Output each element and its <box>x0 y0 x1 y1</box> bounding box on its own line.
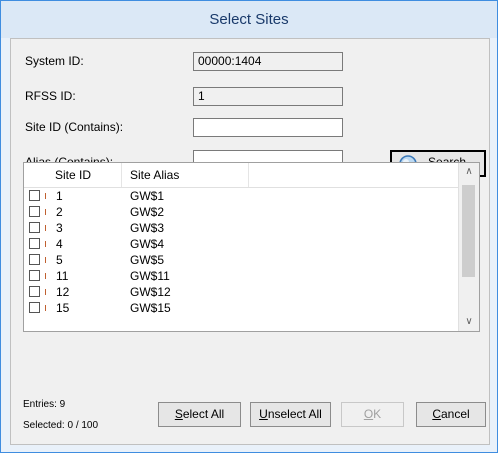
cell-site-id: 2 <box>56 205 63 219</box>
row-checkbox[interactable] <box>29 206 40 217</box>
cell-site-id: 11 <box>56 269 69 283</box>
cell-site-id: 12 <box>56 285 70 299</box>
selected-count: Selected: 0 / 100 <box>23 420 99 431</box>
row-marker <box>45 257 46 263</box>
list-item[interactable]: 15 GW$15 <box>24 300 458 316</box>
title-bar[interactable]: Select Sites <box>1 1 497 38</box>
list-item[interactable]: 12 GW$12 <box>24 284 458 300</box>
cell-site-alias: GW$15 <box>130 301 171 315</box>
row-marker <box>45 305 46 311</box>
cell-site-id: 3 <box>56 221 63 235</box>
column-divider[interactable] <box>121 163 122 187</box>
site-id-contains-input[interactable] <box>193 118 343 137</box>
cell-site-id: 15 <box>56 301 70 315</box>
ok-button[interactable]: OK <box>341 402 404 427</box>
select-all-label: elect All <box>182 407 225 421</box>
cell-site-id: 5 <box>56 253 63 267</box>
chevron-up-icon[interactable]: ∧ <box>459 163 479 181</box>
system-id-label: System ID: <box>25 54 84 68</box>
select-all-button[interactable]: Select All <box>158 402 241 427</box>
cell-site-id: 1 <box>56 189 63 203</box>
column-header-site-alias[interactable]: Site Alias <box>130 163 179 187</box>
select-all-mnemonic: S <box>174 407 183 421</box>
cancel-button[interactable]: Cancel <box>416 402 486 427</box>
row-checkbox[interactable] <box>29 190 40 201</box>
row-checkbox[interactable] <box>29 222 40 233</box>
column-divider[interactable] <box>248 163 249 187</box>
row-marker <box>45 225 46 231</box>
unselect-all-button[interactable]: Unselect All <box>250 402 331 427</box>
row-marker <box>45 193 46 199</box>
rfss-id-label: RFSS ID: <box>25 89 76 103</box>
list-item[interactable]: 11 GW$11 <box>24 268 458 284</box>
vertical-scrollbar[interactable]: ∧ ∨ <box>458 163 479 331</box>
row-checkbox[interactable] <box>29 270 40 281</box>
ok-mnemonic: O <box>363 407 374 421</box>
cell-site-id: 4 <box>56 237 63 251</box>
entries-count: Entries: 9 <box>23 399 66 410</box>
row-checkbox[interactable] <box>29 254 40 265</box>
list-item[interactable]: 4 GW$4 <box>24 236 458 252</box>
dialog-title: Select Sites <box>209 11 289 28</box>
unselect-all-label: nselect All <box>267 407 322 421</box>
scrollbar-thumb[interactable] <box>462 185 475 277</box>
select-sites-dialog: Select Sites System ID: 00000:1404 RFSS … <box>0 0 498 453</box>
row-checkbox[interactable] <box>29 238 40 249</box>
ok-label: K <box>373 407 382 421</box>
cell-site-alias: GW$2 <box>130 205 165 219</box>
system-id-field: 00000:1404 <box>193 52 343 71</box>
rfss-id-field: 1 <box>193 87 343 106</box>
row-marker <box>45 273 46 279</box>
list-header: Site ID Site Alias <box>24 163 458 188</box>
chevron-down-icon[interactable]: ∨ <box>459 313 479 331</box>
cancel-mnemonic: C <box>432 407 441 421</box>
site-id-contains-label: Site ID (Contains): <box>25 120 124 134</box>
cell-site-alias: GW$4 <box>130 237 165 251</box>
cell-site-alias: GW$5 <box>130 253 165 267</box>
column-header-site-id[interactable]: Site ID <box>55 163 91 187</box>
sites-list[interactable]: Site ID Site Alias 1 GW$1 2 GW$2 3 GW$3 4 GW$4 5… <box>23 162 480 332</box>
list-item[interactable]: 2 GW$2 <box>24 204 458 220</box>
cell-site-alias: GW$12 <box>130 285 171 299</box>
cancel-label: ancel <box>440 407 470 421</box>
list-item[interactable]: 5 GW$5 <box>24 252 458 268</box>
row-checkbox[interactable] <box>29 286 40 297</box>
row-marker <box>45 289 46 295</box>
cell-site-alias: GW$3 <box>130 221 165 235</box>
list-item[interactable]: 1 GW$1 <box>24 188 458 204</box>
cell-site-alias: GW$11 <box>130 269 170 283</box>
unselect-all-mnemonic: U <box>259 407 268 421</box>
row-marker <box>45 209 46 215</box>
list-item[interactable]: 3 GW$3 <box>24 220 458 236</box>
row-checkbox[interactable] <box>29 302 40 313</box>
row-marker <box>45 241 46 247</box>
list-rows: 1 GW$1 2 GW$2 3 GW$3 4 GW$4 5 GW$5 11 GW$11 12 GW$12 1… <box>24 188 458 316</box>
cell-site-alias: GW$1 <box>130 189 165 203</box>
